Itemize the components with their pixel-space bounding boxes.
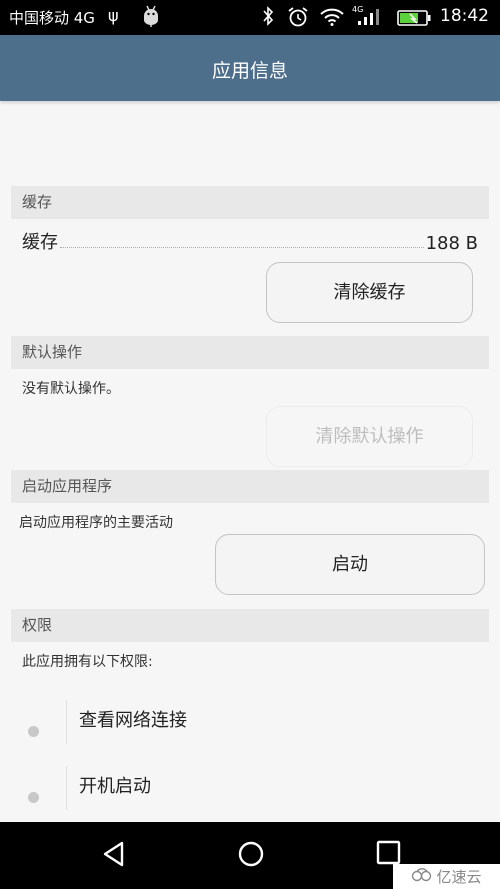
usb-icon: ψ <box>108 6 119 25</box>
signal-icon: 4G <box>352 4 384 32</box>
wifi-icon <box>320 8 344 30</box>
section-header-cache: 缓存 <box>11 186 489 219</box>
status-bar: 中国移动 4G ψ 4G 18:42 <box>0 0 500 35</box>
android-debug-icon <box>142 5 160 31</box>
launch-button[interactable]: 启动 <box>215 534 485 595</box>
cache-size-row: 缓存 188 B <box>22 228 478 254</box>
permission-item[interactable]: 查看网络连接 <box>0 700 500 760</box>
cache-size-label: 缓存 <box>22 232 58 253</box>
bullet-icon <box>28 792 39 803</box>
watermark: 亿速云 <box>393 864 500 889</box>
svg-text:4G: 4G <box>352 5 363 14</box>
carrier-label: 中国移动 4G <box>9 9 95 27</box>
back-icon[interactable] <box>100 840 128 872</box>
cache-size-value: 188 B <box>425 233 478 254</box>
divider <box>66 766 67 810</box>
battery-charging-icon <box>397 10 431 30</box>
navigation-bar: 亿速云 <box>0 822 500 889</box>
clock: 18:42 <box>440 6 489 26</box>
default-actions-description: 没有默认操作。 <box>22 381 120 397</box>
section-header-launch: 启动应用程序 <box>11 470 489 503</box>
clear-cache-button[interactable]: 清除缓存 <box>266 262 473 323</box>
launch-description: 启动应用程序的主要活动 <box>19 515 173 531</box>
watermark-text: 亿速云 <box>436 868 482 886</box>
bluetooth-icon <box>262 6 274 31</box>
permissions-description: 此应用拥有以下权限: <box>22 654 153 670</box>
divider <box>66 700 67 744</box>
permission-label: 查看网络连接 <box>79 710 187 731</box>
page-title: 应用信息 <box>211 60 288 82</box>
permission-label: 开机启动 <box>79 776 151 797</box>
dotted-leader <box>60 247 424 248</box>
app-bar: 应用信息 <box>0 35 500 101</box>
bullet-icon <box>28 726 39 737</box>
section-header-permissions: 权限 <box>11 609 489 642</box>
home-icon[interactable] <box>237 840 265 872</box>
cloud-logo-icon <box>411 867 433 886</box>
permission-item[interactable]: 开机启动 <box>0 766 500 826</box>
clear-defaults-button[interactable]: 清除默认操作 <box>266 406 473 467</box>
alarm-icon <box>287 6 309 32</box>
section-header-default-actions: 默认操作 <box>11 336 489 369</box>
